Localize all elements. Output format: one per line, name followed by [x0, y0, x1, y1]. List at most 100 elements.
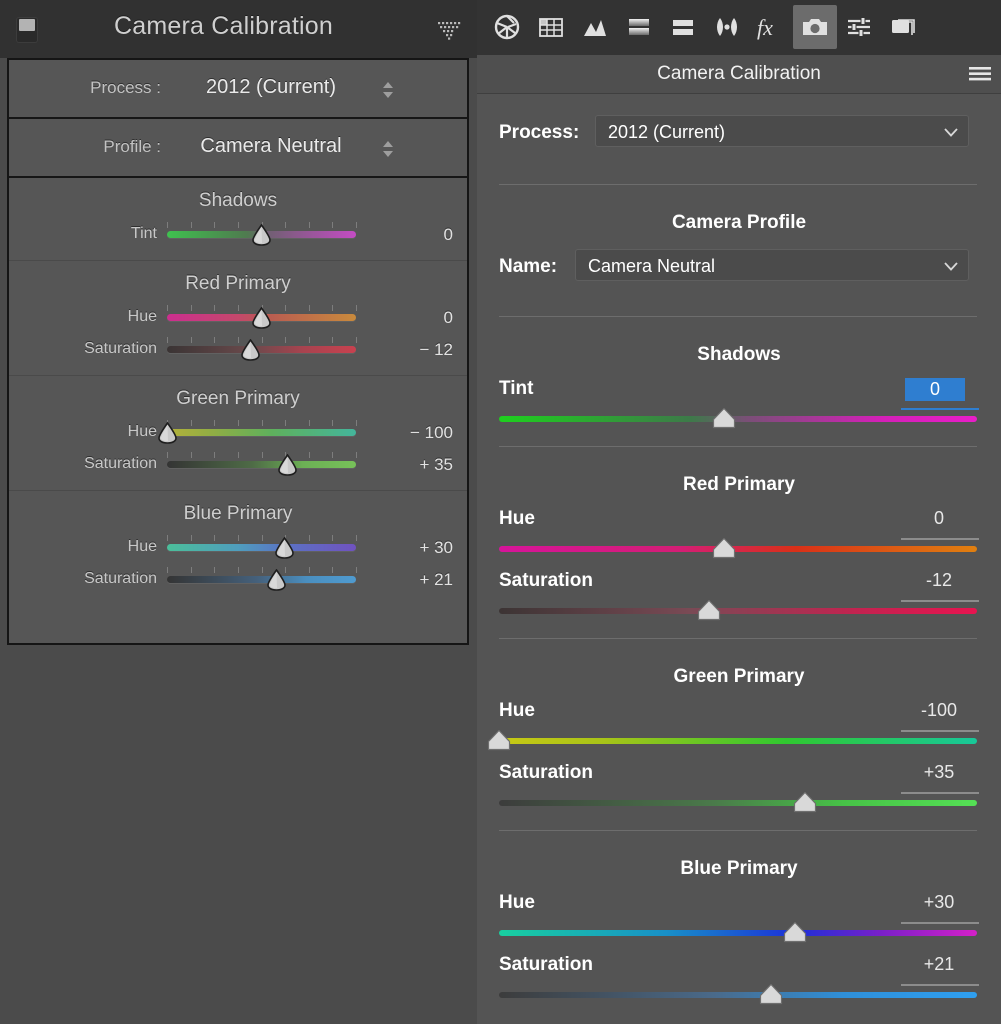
- lr-slider-handle[interactable]: [240, 338, 261, 361]
- lr-slider-value[interactable]: 0: [361, 308, 453, 328]
- acr-section-title: Shadows: [697, 344, 781, 365]
- lr-slider-value[interactable]: − 100: [361, 423, 453, 443]
- lr-slider-row[interactable]: Hue + 30: [9, 531, 467, 563]
- lr-slider-row[interactable]: Hue − 100: [9, 416, 467, 448]
- aperture-basic-icon[interactable]: [485, 5, 529, 49]
- process-label: Process:: [499, 122, 580, 143]
- split-toning-icon[interactable]: [661, 5, 705, 49]
- chevron-down-icon: [944, 262, 958, 271]
- camera-calibration-icon[interactable]: [793, 5, 837, 49]
- acr-slider-row[interactable]: Saturation -12: [477, 570, 1001, 628]
- acr-slider-handle[interactable]: [712, 407, 736, 429]
- acr-slider-track[interactable]: [499, 416, 977, 422]
- lr-slider-track-area[interactable]: [167, 448, 357, 480]
- acr-slider-handle[interactable]: [759, 983, 783, 1005]
- lr-slider-handle[interactable]: [157, 421, 178, 444]
- dotted-triangle-icon[interactable]: [436, 20, 462, 40]
- acr-slider-track[interactable]: [499, 992, 977, 998]
- acr-slider-handle[interactable]: [697, 599, 721, 621]
- stepper-arrows-icon[interactable]: [381, 140, 395, 158]
- lr-slider-track-area[interactable]: [167, 218, 357, 250]
- camera-raw-panel-body: Process: 2012 (Current) Camera Profile N…: [477, 94, 1001, 1024]
- lr-row-value: 2012 (Current): [205, 76, 337, 98]
- acr-slider-row[interactable]: Saturation +35: [477, 762, 1001, 820]
- lr-slider-value[interactable]: + 21: [361, 570, 453, 590]
- lr-slider-label: Saturation: [84, 455, 157, 472]
- acr-slider-value[interactable]: +35: [913, 762, 965, 783]
- lr-slider-track-area[interactable]: [167, 301, 357, 333]
- effects-fx-icon[interactable]: fx: [749, 5, 793, 49]
- divider: [499, 446, 977, 447]
- acr-slider-row[interactable]: Hue +30: [477, 892, 1001, 950]
- hamburger-menu-icon[interactable]: [969, 67, 991, 83]
- lr-slider-track[interactable]: [167, 429, 356, 436]
- acr-slider-row[interactable]: Hue -100: [477, 700, 1001, 758]
- acr-slider-label: Hue: [499, 700, 535, 721]
- profile-name-select[interactable]: Camera Neutral: [575, 249, 969, 281]
- stepper-arrows-icon[interactable]: [381, 81, 395, 99]
- acr-slider-row[interactable]: Hue 0: [477, 508, 1001, 566]
- acr-slider-label: Saturation: [499, 954, 593, 975]
- tone-curve-icon[interactable]: [573, 5, 617, 49]
- lr-slider-handle[interactable]: [277, 453, 298, 476]
- acr-slider-row[interactable]: Tint 0: [477, 378, 1001, 436]
- acr-slider-label: Hue: [499, 892, 535, 913]
- acr-slider-track[interactable]: [499, 930, 977, 936]
- lr-slider-value[interactable]: + 35: [361, 455, 453, 475]
- lr-slider-handle[interactable]: [251, 223, 272, 246]
- lr-slider-ticks: [167, 567, 357, 573]
- acr-slider-track[interactable]: [499, 738, 977, 744]
- acr-slider-handle[interactable]: [783, 921, 807, 943]
- lr-slider-value[interactable]: − 12: [361, 340, 453, 360]
- acr-slider-handle[interactable]: [487, 729, 511, 751]
- acr-slider-value[interactable]: -12: [913, 570, 965, 591]
- acr-section-title: Green Primary: [673, 666, 805, 687]
- acr-slider-row[interactable]: Saturation +21: [477, 954, 1001, 1012]
- lr-slider-row[interactable]: Tint 0: [9, 218, 467, 250]
- acr-slider-value[interactable]: 0: [913, 508, 965, 529]
- lr-slider-value[interactable]: 0: [361, 225, 453, 245]
- lr-slider-track[interactable]: [167, 544, 356, 551]
- lr-row-profile[interactable]: Profile : Camera Neutral: [9, 119, 467, 178]
- lr-slider-row[interactable]: Hue 0: [9, 301, 467, 333]
- lr-slider-row[interactable]: Saturation + 35: [9, 448, 467, 480]
- acr-slider-track[interactable]: [499, 608, 977, 614]
- detail-grid-icon[interactable]: [529, 5, 573, 49]
- lr-slider-track-area[interactable]: [157, 416, 357, 448]
- acr-slider-handle[interactable]: [712, 537, 736, 559]
- acr-slider-label: Tint: [499, 378, 534, 399]
- acr-slider-value[interactable]: +21: [913, 954, 965, 975]
- divider: [499, 638, 977, 639]
- lr-row-process[interactable]: Process : 2012 (Current): [9, 60, 467, 119]
- profile-name-value: Camera Neutral: [588, 256, 716, 276]
- lr-slider-handle[interactable]: [274, 536, 295, 559]
- lr-slider-label: Hue: [127, 308, 157, 325]
- acr-slider-handle[interactable]: [793, 791, 817, 813]
- lr-slider-row[interactable]: Saturation + 21: [9, 563, 467, 595]
- hsl-grayscale-icon[interactable]: [617, 5, 661, 49]
- presets-sliders-icon[interactable]: [837, 5, 881, 49]
- acr-slider-track[interactable]: [499, 546, 977, 552]
- lr-slider-track-area[interactable]: [167, 563, 357, 595]
- acr-slider-value[interactable]: +30: [913, 892, 965, 913]
- lr-slider-label: Hue: [127, 538, 157, 555]
- lr-slider-track[interactable]: [167, 461, 356, 468]
- snapshots-icon[interactable]: [881, 5, 925, 49]
- acr-slider-value[interactable]: -100: [913, 700, 965, 721]
- lr-slider-handle[interactable]: [266, 568, 287, 591]
- panel-title: Camera Calibration: [657, 63, 821, 84]
- lr-slider-track-area[interactable]: [167, 333, 357, 365]
- lr-slider-track[interactable]: [167, 346, 356, 353]
- lr-slider-value[interactable]: + 30: [361, 538, 453, 558]
- acr-slider-value[interactable]: 0: [905, 378, 965, 401]
- acr-slider-track[interactable]: [499, 800, 977, 806]
- lr-slider-track-area[interactable]: [167, 531, 357, 563]
- lr-slider-handle[interactable]: [251, 306, 272, 329]
- camera-raw-panel-header: Camera Calibration: [477, 55, 1001, 94]
- lr-slider-row[interactable]: Saturation − 12: [9, 333, 467, 365]
- lr-slider-ticks: [167, 420, 357, 426]
- process-select[interactable]: 2012 (Current): [595, 115, 969, 147]
- lr-slider-track[interactable]: [167, 576, 356, 583]
- lr-slider-label: Saturation: [84, 340, 157, 357]
- lens-corrections-icon[interactable]: [705, 5, 749, 49]
